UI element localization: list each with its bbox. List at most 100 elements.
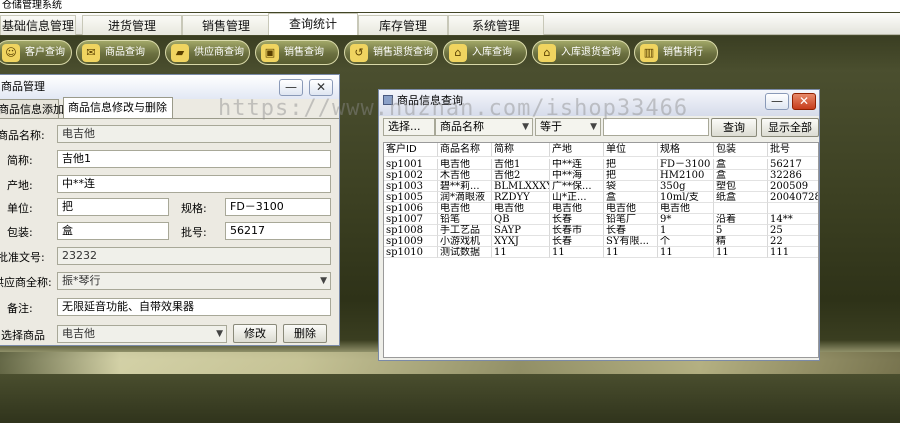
table-cell[interactable]: FD－3100 (658, 159, 714, 170)
table-cell[interactable]: 1 (658, 225, 714, 236)
table-cell[interactable]: 10ml/支 (658, 192, 714, 203)
table-cell[interactable]: 电吉他 (550, 203, 604, 214)
table-cell[interactable]: 测试数据 (438, 247, 492, 258)
tab-product-edit-delete[interactable]: 商品信息修改与删除 (63, 97, 173, 118)
table-cell[interactable]: 200509 (768, 181, 818, 192)
close-button[interactable]: ✕ (309, 79, 333, 96)
table-cell[interactable]: 把 (604, 170, 658, 181)
table-cell[interactable]: 350g (658, 181, 714, 192)
menu-tab-system[interactable]: 系统管理 (448, 15, 544, 35)
table-cell[interactable]: 中**连 (550, 159, 604, 170)
table-cell[interactable]: 32286 (768, 170, 818, 181)
spec-field[interactable]: FD－3100 (225, 198, 331, 216)
query-button[interactable]: 查询 (711, 118, 757, 137)
table-cell[interactable]: 长春市 (550, 225, 604, 236)
table-cell[interactable]: 广**保... (550, 181, 604, 192)
table-cell[interactable]: 长春 (550, 236, 604, 247)
short-name-field[interactable]: 吉他1 (57, 150, 331, 168)
table-cell[interactable]: sp1003 (384, 181, 438, 192)
table-cell[interactable]: 小游戏机 (438, 236, 492, 247)
modify-button[interactable]: 修改 (233, 324, 277, 343)
column-header[interactable]: 产地 (550, 143, 604, 157)
menu-tab-inventory[interactable]: 库存管理 (358, 15, 448, 35)
table-cell[interactable]: sp1002 (384, 170, 438, 181)
product-select[interactable]: 电吉他 ▼ (57, 325, 227, 343)
table-cell[interactable]: sp1009 (384, 236, 438, 247)
close-button[interactable]: ✕ (792, 93, 816, 110)
column-header[interactable]: 批号 (768, 143, 818, 157)
table-cell[interactable]: sp1001 (384, 159, 438, 170)
table-cell[interactable]: 56217 (768, 159, 818, 170)
column-header[interactable]: 客户ID (384, 143, 438, 157)
table-cell[interactable]: 纸盒 (714, 192, 768, 203)
table-cell[interactable]: 11 (604, 247, 658, 258)
table-cell[interactable]: QB (492, 214, 550, 225)
table-cell[interactable]: 中**海 (550, 170, 604, 181)
table-cell[interactable]: HM2100 (658, 170, 714, 181)
table-cell[interactable]: 25 (768, 225, 818, 236)
table-cell[interactable]: 111 (768, 247, 818, 258)
column-header[interactable]: 商品名称 (438, 143, 492, 157)
table-cell[interactable] (768, 203, 818, 214)
table-cell[interactable]: 盒 (714, 159, 768, 170)
table-cell[interactable]: 电吉他 (604, 203, 658, 214)
table-cell[interactable]: 5 (714, 225, 768, 236)
name-field[interactable]: 电吉他 (57, 125, 331, 143)
table-cell[interactable]: BLMLXXXYF (492, 181, 550, 192)
show-all-button[interactable]: 显示全部 (761, 118, 819, 137)
table-cell[interactable]: 11 (714, 247, 768, 258)
table-cell[interactable]: 盒 (604, 192, 658, 203)
menu-tab-query[interactable]: 查询统计 (268, 13, 358, 35)
table-cell[interactable]: 20040728 (768, 192, 818, 203)
table-cell[interactable]: 22 (768, 236, 818, 247)
table-cell[interactable]: 木吉他 (438, 170, 492, 181)
table-cell[interactable] (714, 203, 768, 214)
table-cell[interactable]: 碧**莉... (438, 181, 492, 192)
delete-button[interactable]: 删除 (283, 324, 327, 343)
table-cell[interactable]: RZDYY (492, 192, 550, 203)
table-cell[interactable]: sp1005 (384, 192, 438, 203)
table-cell[interactable]: 沿着 (714, 214, 768, 225)
column-header[interactable]: 规格 (658, 143, 714, 157)
menu-tab-purchase[interactable]: 进货管理 (82, 15, 182, 35)
table-cell[interactable]: 14** (768, 214, 818, 225)
sales-query-button[interactable]: ▣ 销售查询 (255, 40, 339, 65)
operator-select[interactable]: 等于 ▼ (535, 118, 601, 136)
table-cell[interactable]: 电吉他 (492, 203, 550, 214)
table-cell[interactable]: 11 (492, 247, 550, 258)
table-cell[interactable]: 电吉他 (438, 203, 492, 214)
table-cell[interactable]: 个 (658, 236, 714, 247)
table-cell[interactable]: 长春 (550, 214, 604, 225)
field-select[interactable]: 商品名称 ▼ (435, 118, 533, 136)
results-table[interactable]: 客户ID 商品名称 简称 产地 单位 规格 包装 批号 sp1001 电吉他 吉他1… (383, 142, 819, 358)
table-cell[interactable]: 长春 (604, 225, 658, 236)
unit-field[interactable]: 把 (57, 198, 169, 216)
minimize-button[interactable]: — (279, 79, 303, 96)
table-cell[interactable]: sp1006 (384, 203, 438, 214)
table-cell[interactable]: sp1008 (384, 225, 438, 236)
table-cell[interactable]: 袋 (604, 181, 658, 192)
table-cell[interactable]: 11 (550, 247, 604, 258)
table-cell[interactable]: 山*正... (550, 192, 604, 203)
table-cell[interactable]: 吉他1 (492, 159, 550, 170)
table-cell[interactable]: 铅笔 (438, 214, 492, 225)
stock-in-query-button[interactable]: ⌂ 入库查询 (443, 40, 527, 65)
sales-ranking-button[interactable]: ▥ 销售排行 (634, 40, 718, 65)
packaging-field[interactable]: 盒 (57, 222, 169, 240)
table-cell[interactable]: SAYP (492, 225, 550, 236)
table-cell[interactable]: sp1010 (384, 247, 438, 258)
table-cell[interactable]: 润*滴眼液 (438, 192, 492, 203)
tab-product-add[interactable]: 商品信息添加 (0, 99, 64, 118)
table-cell[interactable]: 电吉他 (438, 159, 492, 170)
table-cell[interactable]: 盒 (714, 170, 768, 181)
menu-tab-basic-info[interactable]: 基础信息管理 (0, 15, 76, 35)
sales-return-query-button[interactable]: ↺ 销售退货查询 (344, 40, 438, 65)
table-cell[interactable]: 把 (604, 159, 658, 170)
table-cell[interactable]: 9* (658, 214, 714, 225)
menu-tab-sales[interactable]: 销售管理 (182, 15, 270, 35)
table-cell[interactable]: 手工艺品 (438, 225, 492, 236)
origin-field[interactable]: 中**连 (57, 175, 331, 193)
supplier-select[interactable]: 振*琴行 ▼ (57, 272, 331, 290)
product-query-button[interactable]: ✉ 商品查询 (76, 40, 160, 65)
table-cell[interactable]: XYXJ (492, 236, 550, 247)
